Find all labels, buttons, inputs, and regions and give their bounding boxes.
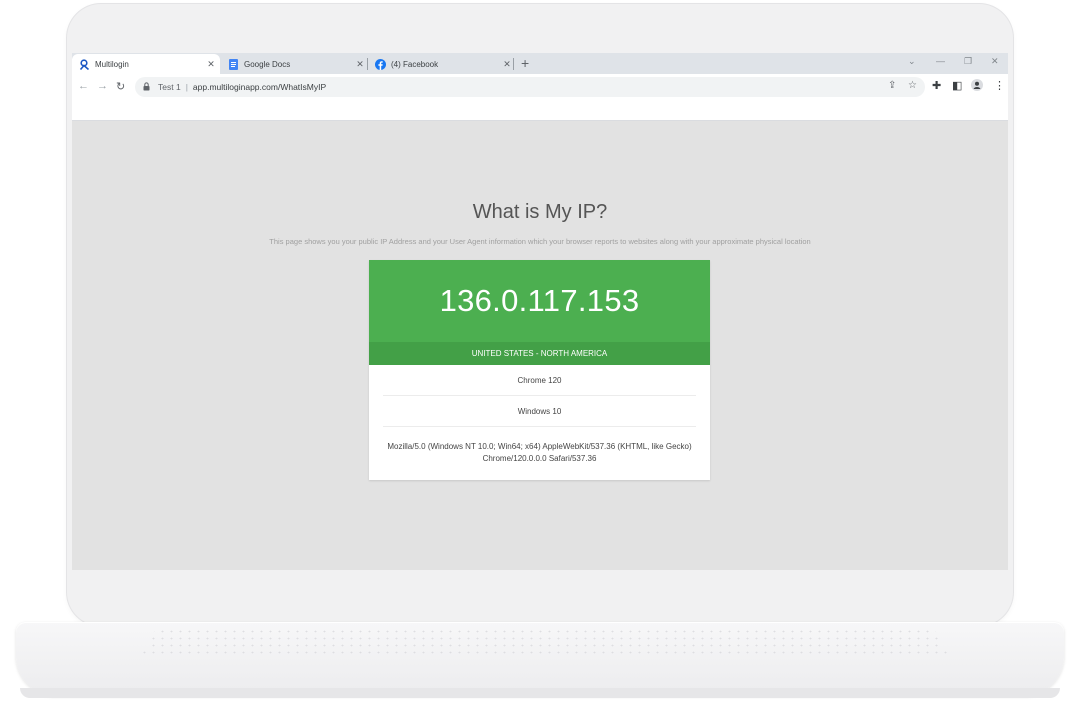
- browser-toolbar: ← → ↻ Test 1 | app.multiloginapp.com/Wha…: [72, 74, 1008, 100]
- bookmarks-bar: [72, 100, 1008, 121]
- lock-icon: [143, 81, 152, 93]
- back-icon[interactable]: ←: [78, 80, 89, 92]
- tab-title: Multilogin: [95, 59, 129, 69]
- address-divider: |: [185, 82, 188, 92]
- bookmark-star-icon[interactable]: ☆: [908, 80, 917, 91]
- extensions-icon[interactable]: ✚: [932, 79, 941, 92]
- ip-header: 136.0.117.153: [369, 260, 710, 342]
- tab-google-docs[interactable]: Google Docs ✕: [221, 54, 369, 74]
- menu-kebab-icon[interactable]: ⋮: [994, 79, 1005, 92]
- page-description: This page shows you your public IP Addre…: [269, 237, 811, 246]
- location-bar: UNITED STATES - NORTH AMERICA: [369, 342, 710, 365]
- tab-title: (4) Facebook: [391, 59, 439, 69]
- google-docs-icon: [228, 58, 239, 70]
- tab-strip: Multilogin ✕ Google Docs ✕ (4) Facebook …: [72, 53, 1008, 74]
- facebook-icon: [375, 58, 386, 70]
- forward-icon[interactable]: →: [97, 80, 108, 92]
- browser-window: Multilogin ✕ Google Docs ✕ (4) Facebook …: [72, 53, 1008, 570]
- close-tab-icon[interactable]: ✕: [205, 59, 217, 70]
- close-tab-icon[interactable]: ✕: [354, 59, 366, 70]
- tab-separator: [513, 58, 514, 70]
- share-icon[interactable]: ⇪: [888, 80, 896, 91]
- new-tab-button[interactable]: +: [521, 55, 529, 71]
- close-tab-icon[interactable]: ✕: [501, 59, 513, 70]
- tab-search-icon[interactable]: ⌄: [908, 56, 916, 67]
- laptop-keyboard: [140, 628, 950, 658]
- profile-avatar-icon[interactable]: [971, 79, 983, 94]
- page-title: What is My IP?: [472, 201, 608, 223]
- user-agent-line: Chrome/120.0.0.0 Safari/537.36: [482, 454, 597, 463]
- browser-info: Chrome 120: [383, 365, 696, 396]
- multilogin-icon: [79, 58, 90, 70]
- address-bar[interactable]: Test 1 | app.multiloginapp.com/WhatIsMyI…: [135, 77, 925, 97]
- side-panel-icon[interactable]: ◧: [952, 79, 962, 92]
- reload-icon[interactable]: ↻: [116, 80, 125, 93]
- page-content: What is My IP? This page shows you your …: [72, 121, 1008, 570]
- close-window-icon[interactable]: ✕: [991, 56, 999, 67]
- restore-icon[interactable]: ❐: [964, 56, 972, 67]
- ip-card: 136.0.117.153 UNITED STATES - NORTH AMER…: [369, 260, 710, 480]
- minimize-icon[interactable]: —: [936, 56, 945, 66]
- os-info: Windows 10: [383, 396, 696, 427]
- tab-multilogin[interactable]: Multilogin ✕: [72, 54, 220, 74]
- user-agent-info: Mozilla/5.0 (Windows NT 10.0; Win64; x64…: [383, 427, 696, 479]
- user-agent-line: Mozilla/5.0 (Windows NT 10.0; Win64; x64…: [387, 442, 692, 451]
- profile-label: Test 1: [158, 82, 181, 92]
- url-text[interactable]: app.multiloginapp.com/WhatIsMyIP: [193, 82, 326, 92]
- ip-address: 136.0.117.153: [439, 283, 640, 318]
- laptop-base-edge: [20, 688, 1060, 698]
- tab-facebook[interactable]: (4) Facebook ✕: [368, 54, 516, 74]
- tab-title: Google Docs: [244, 59, 291, 69]
